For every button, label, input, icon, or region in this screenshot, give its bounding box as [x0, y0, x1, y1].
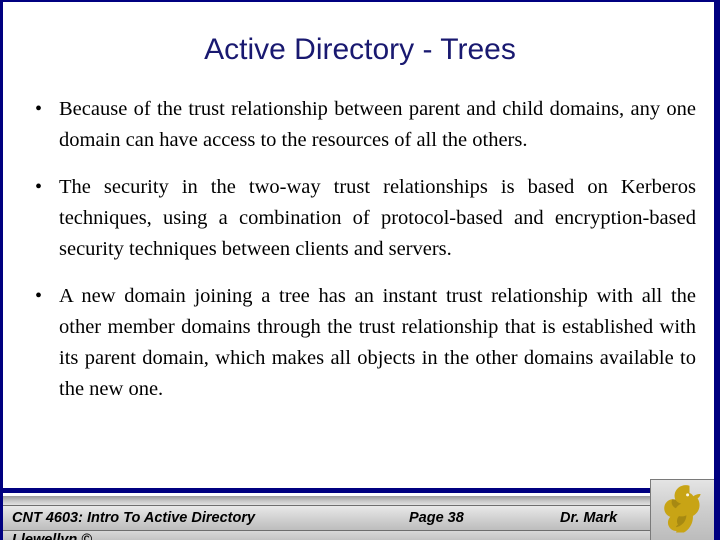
page-title: Active Directory - Trees: [204, 33, 516, 66]
bullet-marker-icon: •: [35, 176, 43, 198]
footer-course-label: CNT 4603: Intro To Active Directory: [12, 510, 256, 526]
slide-footer: CNT 4603: Intro To Active Directory Page…: [3, 486, 717, 540]
footer-page-number: Page 38: [409, 510, 464, 526]
footer-top-band: [3, 496, 717, 506]
bullet-text: The security in the two-way trust relati…: [59, 176, 696, 260]
right-border: [714, 2, 717, 540]
bullet-list: • Because of the trust relationship betw…: [30, 94, 696, 405]
footer-main-band: CNT 4603: Intro To Active Directory Page…: [3, 506, 717, 531]
bullet-marker-icon: •: [35, 285, 43, 307]
footer-author-wrap-label: Llewellyn ©: [12, 532, 92, 540]
footer-second-line-band: Llewellyn ©: [3, 531, 717, 540]
bullet-marker-icon: •: [35, 98, 43, 120]
footer-author-label: Dr. Mark: [560, 510, 618, 526]
list-item: • Because of the trust relationship betw…: [30, 94, 696, 156]
bullet-text: A new domain joining a tree has an insta…: [59, 285, 696, 400]
bullet-text: Because of the trust relationship betwee…: [59, 98, 696, 151]
list-item: • A new domain joining a tree has an ins…: [30, 281, 696, 405]
ucf-pegasus-logo-icon: [659, 483, 707, 538]
list-item: • The security in the two-way trust rela…: [30, 172, 696, 265]
logo-container: [650, 479, 714, 540]
slide: Active Directory - Trees • Because of th…: [0, 0, 720, 540]
